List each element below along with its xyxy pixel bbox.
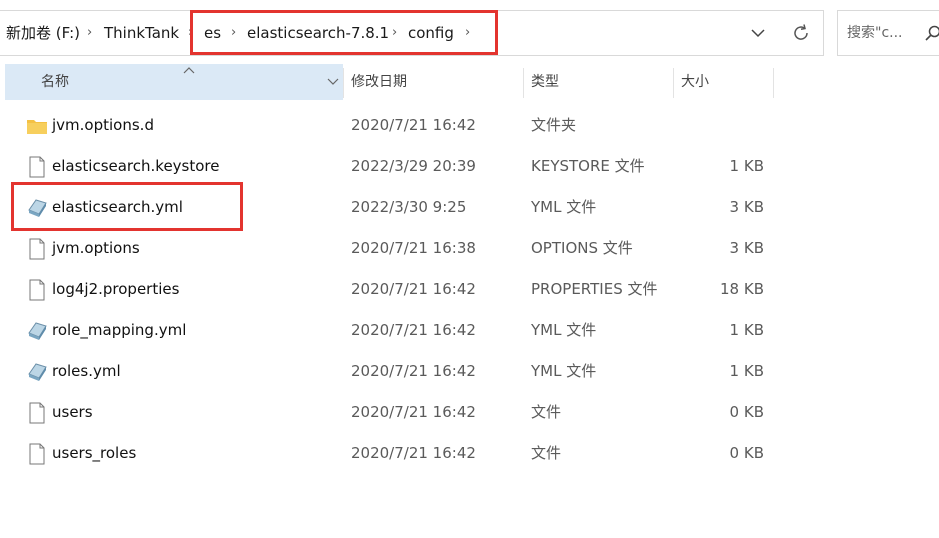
sort-up-icon [183, 67, 195, 74]
file-size [680, 105, 764, 146]
file-date: 2020/7/21 16:42 [351, 280, 476, 298]
file-name: role_mapping.yml [52, 321, 187, 339]
file-date: 2020/7/21 16:42 [351, 362, 476, 380]
file-type: 文件 [531, 403, 562, 421]
file-size: 0 KB [729, 444, 764, 462]
file-name: jvm.options [52, 239, 140, 257]
highlight-box-path [190, 10, 498, 55]
file-type: 文件 [531, 444, 562, 462]
search-icon[interactable] [924, 24, 939, 42]
file-type: YML 文件 [531, 321, 597, 339]
file-row[interactable]: jvm.options 2020/7/21 16:38 OPTIONS 文件 3… [0, 228, 939, 269]
file-name: users_roles [52, 444, 137, 462]
file-date: 2020/7/21 16:42 [351, 321, 476, 339]
chevron-down-icon[interactable] [327, 78, 339, 86]
column-header-type[interactable]: 类型 [531, 64, 559, 100]
file-size: 18 KB [720, 280, 764, 298]
column-header-name[interactable]: 名称 [41, 64, 69, 100]
file-name: log4j2.properties [52, 280, 180, 298]
file-size: 1 KB [729, 157, 764, 175]
file-date: 2022/3/30 9:25 [351, 198, 467, 216]
file-icon [29, 279, 45, 301]
file-size: 1 KB [729, 362, 764, 380]
folder-icon [27, 120, 47, 134]
column-header: 名称 修改日期 类型 大小 [0, 64, 939, 100]
file-icon [29, 443, 45, 465]
column-divider[interactable] [773, 68, 774, 98]
file-row[interactable]: jvm.options.d 2020/7/21 16:42 文件夹 [0, 105, 939, 146]
file-row[interactable]: elasticsearch.yml 2022/3/30 9:25 YML 文件 … [0, 187, 939, 228]
file-name: roles.yml [52, 362, 121, 380]
breadcrumb-separator[interactable]: › [87, 11, 92, 55]
file-row[interactable]: elasticsearch.keystore 2022/3/29 20:39 K… [0, 146, 939, 187]
file-row[interactable]: roles.yml 2020/7/21 16:42 YML 文件 1 KB [0, 351, 939, 392]
file-size: 3 KB [729, 198, 764, 216]
column-header-size[interactable]: 大小 [681, 64, 709, 100]
file-name: elasticsearch.yml [52, 198, 183, 216]
yml-file-icon [28, 322, 47, 340]
file-type: 文件夹 [531, 116, 577, 134]
refresh-icon[interactable] [790, 22, 812, 44]
file-name: jvm.options.d [52, 116, 154, 134]
file-row[interactable]: users 2020/7/21 16:42 文件 0 KB [0, 392, 939, 433]
file-date: 2022/3/29 20:39 [351, 157, 476, 175]
yml-file-icon [28, 363, 47, 381]
file-icon [29, 156, 45, 178]
file-date: 2020/7/21 16:42 [351, 403, 476, 421]
column-header-date[interactable]: 修改日期 [351, 64, 407, 100]
file-date: 2020/7/21 16:38 [351, 239, 476, 257]
column-divider[interactable] [343, 68, 344, 98]
file-icon [29, 402, 45, 424]
file-type: PROPERTIES 文件 [531, 280, 658, 298]
file-row[interactable]: role_mapping.yml 2020/7/21 16:42 YML 文件 … [0, 310, 939, 351]
file-row[interactable]: log4j2.properties 2020/7/21 16:42 PROPER… [0, 269, 939, 310]
file-date: 2020/7/21 16:42 [351, 444, 476, 462]
file-name: users [52, 403, 93, 421]
file-type: KEYSTORE 文件 [531, 157, 645, 175]
breadcrumb-thinktank[interactable]: ThinkTank [104, 11, 179, 55]
file-date: 2020/7/21 16:42 [351, 116, 476, 134]
file-type: YML 文件 [531, 362, 597, 380]
file-type: OPTIONS 文件 [531, 239, 633, 257]
file-size: 1 KB [729, 321, 764, 339]
breadcrumb-drive[interactable]: 新加卷 (F:) [6, 11, 80, 55]
file-icon [29, 238, 45, 260]
search-box[interactable]: 搜索"c... [837, 10, 939, 56]
search-placeholder[interactable]: 搜索"c... [847, 11, 903, 55]
file-row[interactable]: users_roles 2020/7/21 16:42 文件 0 KB [0, 433, 939, 474]
column-divider[interactable] [523, 68, 524, 98]
file-size: 3 KB [729, 239, 764, 257]
file-name: elasticsearch.keystore [52, 157, 220, 175]
file-type: YML 文件 [531, 198, 597, 216]
yml-file-icon [28, 199, 47, 217]
chevron-down-icon[interactable] [748, 23, 768, 43]
file-size: 0 KB [729, 403, 764, 421]
column-divider[interactable] [673, 68, 674, 98]
